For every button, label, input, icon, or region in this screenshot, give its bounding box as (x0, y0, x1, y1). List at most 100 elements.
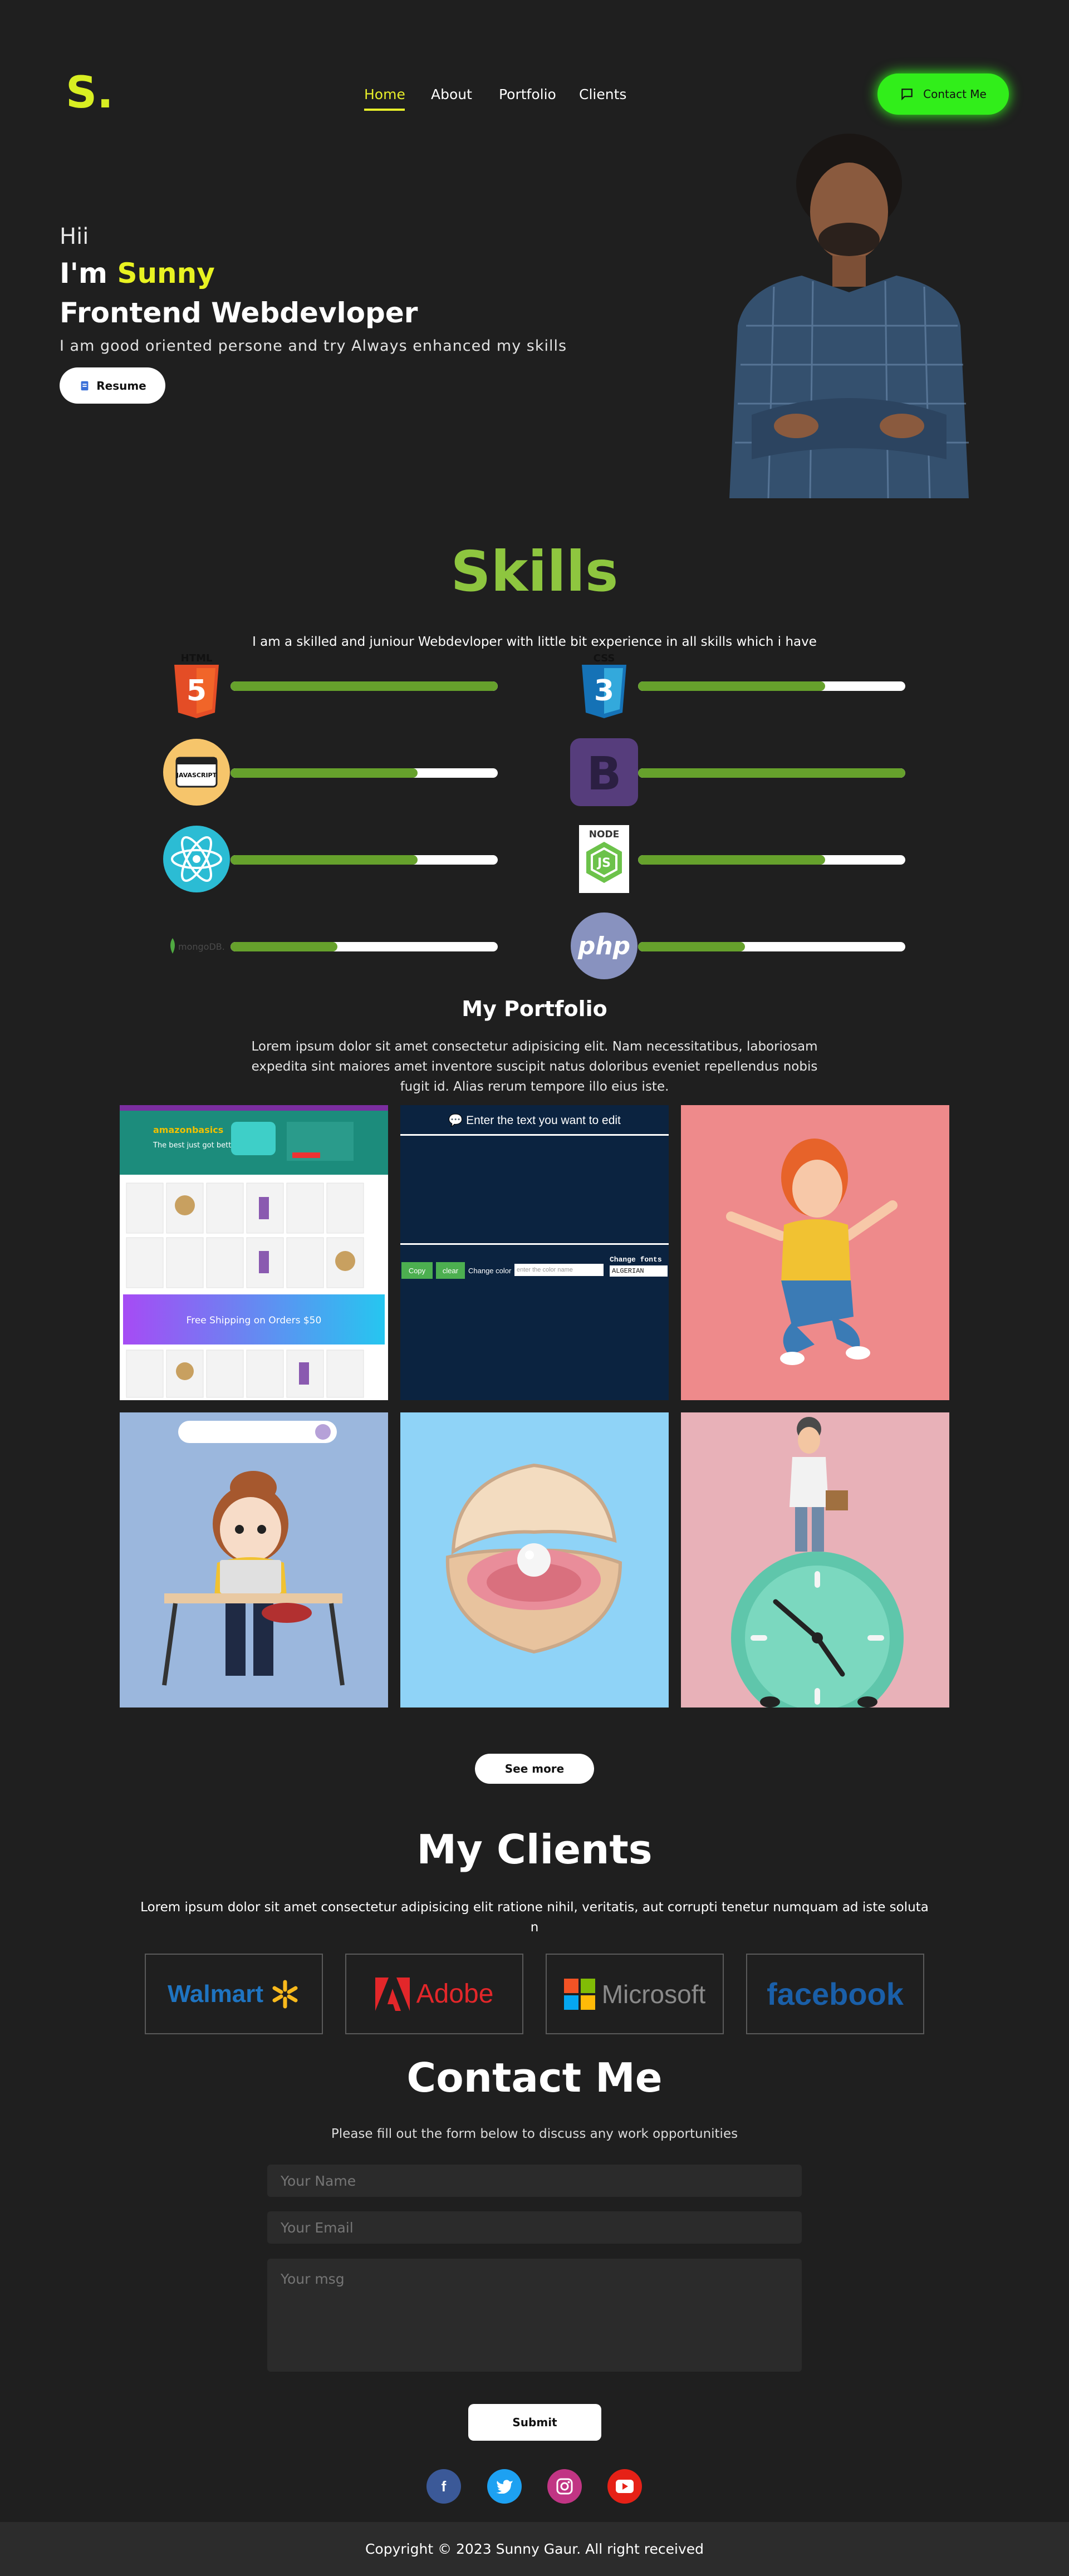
portfolio-item-clock[interactable] (681, 1412, 949, 1707)
clients-title: My Clients (416, 1826, 653, 1873)
hero-im-text: I'm (60, 257, 108, 290)
html5-icon: HTML 5 (163, 651, 231, 719)
javascript-skill-bar (231, 768, 498, 778)
react-icon (163, 825, 231, 893)
php-label: php (577, 932, 630, 960)
clock-illustration (731, 1417, 904, 1707)
oyster-illustration (445, 1463, 622, 1654)
adobe-logo-icon (375, 1977, 410, 2011)
svg-text:5: 5 (187, 674, 207, 708)
nav-about[interactable]: About (431, 86, 472, 102)
react-skill-bar (231, 855, 498, 865)
portfolio-title: My Portfolio (462, 997, 607, 1021)
contact-me-label: Contact Me (923, 87, 987, 101)
nav-clients[interactable]: Clients (579, 86, 626, 102)
footer: Copyright © 2023 Sunny Gaur. All right r… (0, 2522, 1069, 2576)
php-skill-bar (638, 942, 905, 951)
html-label: HTML (181, 652, 213, 664)
facebook-logo: facebook (767, 1976, 904, 2011)
shop-headline: The best just got better (153, 1141, 239, 1150)
editor-copy-button[interactable]: Copy (401, 1262, 433, 1279)
css3-icon: CSS 3 (570, 651, 638, 719)
css-label: CSS (594, 652, 615, 664)
microsoft-logo: Microsoft (601, 1979, 706, 2009)
bootstrap-icon: B (570, 738, 638, 806)
editor-top-line (400, 1134, 669, 1136)
editor-change-fonts-label: Change fonts (610, 1255, 662, 1264)
editor-change-color-label: Change color (468, 1267, 512, 1275)
css-skill-fill (638, 681, 825, 691)
javascript-label: JAVASCRIPT (176, 772, 217, 779)
nav-active-underline (364, 109, 405, 111)
shop-screenshot: amazonbasics The best just got better Fr… (120, 1105, 388, 1398)
shop-promo: Free Shipping on Orders $50 (187, 1315, 322, 1326)
facebook-icon[interactable]: f (426, 2469, 461, 2504)
profile-photo (729, 134, 969, 498)
bootstrap-skill-fill (638, 768, 905, 778)
hero-greeting: Hii (60, 224, 89, 249)
nodejs-skill-bar (638, 855, 905, 865)
html-skill-bar (231, 681, 498, 691)
email-field[interactable] (267, 2211, 802, 2244)
editor-heading-text: Enter the text you want to edit (466, 1114, 621, 1127)
client-microsoft: Microsoft (546, 1954, 724, 2034)
portfolio-item-oyster[interactable] (400, 1412, 669, 1707)
contact-subtitle: Please fill out the form below to discus… (331, 2127, 738, 2141)
editor-color-input[interactable]: enter the color name (514, 1264, 604, 1276)
clients-description: Lorem ipsum dolor sit amet consectetur a… (140, 1900, 929, 1935)
portfolio-item-jumping-girl[interactable] (681, 1105, 949, 1400)
resume-label: Resume (96, 379, 146, 392)
nav-home[interactable]: Home (364, 86, 405, 102)
editor-clear-button[interactable]: clear (436, 1262, 465, 1279)
copyright-text: Copyright © 2023 Sunny Gaur. All right r… (365, 2541, 704, 2557)
see-more-button[interactable]: See more (475, 1754, 594, 1784)
jumping-girl-illustration (726, 1139, 898, 1365)
nodejs-icon: NODE JS (570, 825, 638, 893)
message-field[interactable] (267, 2259, 802, 2372)
skills-subtitle: I am a skilled and juniour Webdevloper w… (252, 635, 817, 649)
walmart-spark-icon (272, 1980, 298, 2008)
editor-heading: 💬 Enter the text you want to edit (448, 1114, 621, 1127)
mongodb-skill-fill (231, 942, 337, 951)
php-skill-fill (638, 942, 745, 951)
nav-portfolio[interactable]: Portfolio (499, 86, 556, 102)
document-icon (81, 381, 89, 390)
html-skill-fill (231, 681, 498, 691)
hero-name: Sunny (117, 257, 215, 290)
contact-me-button[interactable]: Contact Me (877, 73, 1009, 115)
mongodb-icon: mongoDB. (163, 912, 231, 980)
client-walmart: Walmart (145, 1954, 323, 2034)
editor-font-select[interactable]: ALGERIAN (610, 1265, 668, 1277)
resume-button[interactable]: Resume (60, 367, 165, 404)
contact-title: Contact Me (406, 2054, 663, 2101)
node-label: NODE (589, 829, 619, 840)
client-facebook: facebook (746, 1954, 924, 2034)
youtube-icon[interactable] (607, 2469, 642, 2504)
php-icon: php (570, 912, 638, 980)
walmart-logo: Walmart (168, 1980, 263, 2008)
editor-bottom-line (400, 1243, 669, 1245)
nodejs-skill-fill (638, 855, 825, 865)
portfolio-item-shop[interactable]: amazonbasics The best just got better Fr… (120, 1105, 388, 1400)
portfolio-item-laptop-girl[interactable] (120, 1412, 388, 1707)
hero-role: Frontend Webdevloper (60, 297, 418, 329)
adobe-logo: Adobe (416, 1979, 494, 2009)
portfolio-item-text-editor[interactable]: 💬 Enter the text you want to edit Copy c… (400, 1105, 669, 1400)
bootstrap-skill-bar (638, 768, 905, 778)
bootstrap-label: B (587, 748, 622, 801)
mongodb-skill-bar (231, 942, 498, 951)
instagram-icon[interactable] (547, 2469, 582, 2504)
hero-intro: I'm Sunny (60, 257, 215, 290)
mongodb-label: mongoDB. (178, 941, 225, 952)
shop-brand: amazonbasics (153, 1125, 223, 1135)
name-field[interactable] (267, 2165, 802, 2197)
svg-text:3: 3 (594, 674, 614, 708)
site-logo[interactable]: S. (66, 71, 114, 115)
chat-icon (901, 89, 913, 101)
client-adobe: Adobe (345, 1954, 523, 2034)
javascript-skill-fill (231, 768, 418, 778)
submit-button[interactable]: Submit (468, 2404, 601, 2441)
microsoft-logo-icon (563, 1978, 595, 2010)
hero-description: I am good oriented persone and try Alway… (60, 337, 567, 355)
twitter-icon[interactable] (487, 2469, 522, 2504)
